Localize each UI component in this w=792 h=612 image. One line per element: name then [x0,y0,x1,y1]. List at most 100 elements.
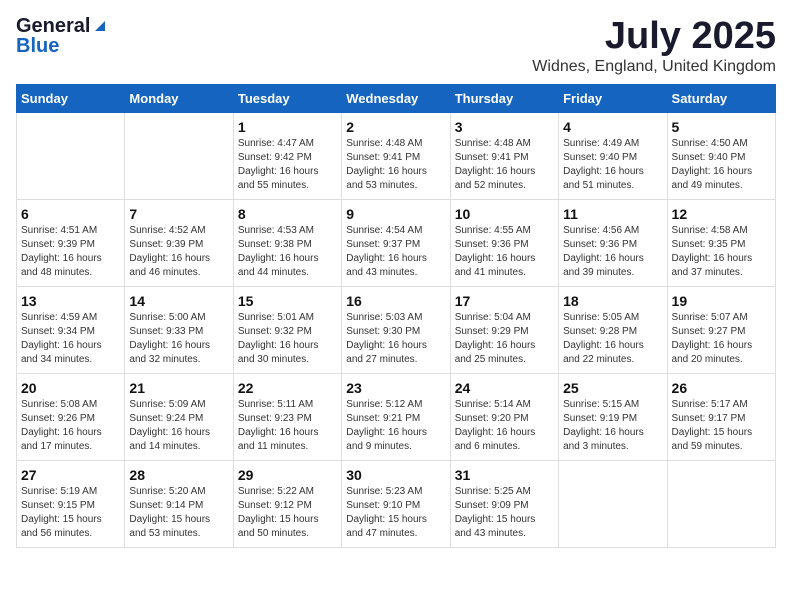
day-detail: Sunrise: 5:03 AM Sunset: 9:30 PM Dayligh… [346,311,445,367]
calendar-cell: 9 Sunrise: 4:54 AM Sunset: 9:37 PM Daylig… [342,199,450,286]
day-number: 27 [21,467,120,483]
calendar-cell: 5 Sunrise: 4:50 AM Sunset: 9:40 PM Daylig… [667,112,775,199]
day-detail: Sunrise: 4:58 AM Sunset: 9:35 PM Dayligh… [672,224,771,280]
day-number: 2 [346,119,445,135]
day-number: 22 [238,380,337,396]
calendar-cell: 10 Sunrise: 4:55 AM Sunset: 9:36 PM Dayli… [450,199,558,286]
calendar-cell: 6Sunrise: 4:51 AM Sunset: 9:39 PM Daylig… [17,199,125,286]
day-number: 17 [455,293,554,309]
day-detail: Sunrise: 4:50 AM Sunset: 9:40 PM Dayligh… [672,137,771,193]
calendar-cell: 22 Sunrise: 5:11 AM Sunset: 9:23 PM Dayli… [233,373,341,460]
day-detail: Sunrise: 5:11 AM Sunset: 9:23 PM Dayligh… [238,398,337,454]
header-day-monday: Monday [125,84,233,112]
day-detail: Sunrise: 5:00 AM Sunset: 9:33 PM Dayligh… [129,311,228,367]
calendar-cell [559,460,667,547]
calendar-cell: 1 Sunrise: 4:47 AM Sunset: 9:42 PM Daylig… [233,112,341,199]
day-detail: Sunrise: 5:19 AM Sunset: 9:15 PM Dayligh… [21,485,120,541]
calendar-cell: 19Sunrise: 5:07 AM Sunset: 9:27 PM Dayli… [667,286,775,373]
calendar-cell: 30 Sunrise: 5:23 AM Sunset: 9:10 PM Dayli… [342,460,450,547]
day-detail: Sunrise: 5:12 AM Sunset: 9:21 PM Dayligh… [346,398,445,454]
page-header: General Blue July 2025 Widnes, England, … [16,16,776,76]
day-number: 19 [672,293,771,309]
day-number: 14 [129,293,228,309]
day-detail: Sunrise: 4:48 AM Sunset: 9:41 PM Dayligh… [346,137,445,193]
day-number: 11 [563,206,662,222]
location-text: Widnes, England, United Kingdom [532,58,776,76]
day-number: 28 [129,467,228,483]
day-detail: Sunrise: 4:53 AM Sunset: 9:38 PM Dayligh… [238,224,337,280]
calendar-cell: 7Sunrise: 4:52 AM Sunset: 9:39 PM Daylig… [125,199,233,286]
calendar-cell: 25 Sunrise: 5:15 AM Sunset: 9:19 PM Dayli… [559,373,667,460]
logo-general-text: General [16,16,90,36]
day-number: 30 [346,467,445,483]
calendar-cell: 16 Sunrise: 5:03 AM Sunset: 9:30 PM Dayli… [342,286,450,373]
day-number: 31 [455,467,554,483]
day-number: 18 [563,293,662,309]
day-detail: Sunrise: 4:59 AM Sunset: 9:34 PM Dayligh… [21,311,120,367]
day-detail: Sunrise: 5:05 AM Sunset: 9:28 PM Dayligh… [563,311,662,367]
header-day-saturday: Saturday [667,84,775,112]
day-detail: Sunrise: 4:48 AM Sunset: 9:41 PM Dayligh… [455,137,554,193]
calendar-cell: 26Sunrise: 5:17 AM Sunset: 9:17 PM Dayli… [667,373,775,460]
calendar-cell: 27 Sunrise: 5:19 AM Sunset: 9:15 PM Dayli… [17,460,125,547]
calendar-cell [125,112,233,199]
header-day-wednesday: Wednesday [342,84,450,112]
calendar-cell: 4Sunrise: 4:49 AM Sunset: 9:40 PM Daylig… [559,112,667,199]
day-detail: Sunrise: 4:55 AM Sunset: 9:36 PM Dayligh… [455,224,554,280]
day-number: 12 [672,206,771,222]
header-day-tuesday: Tuesday [233,84,341,112]
day-detail: Sunrise: 5:23 AM Sunset: 9:10 PM Dayligh… [346,485,445,541]
day-number: 1 [238,119,337,135]
calendar-cell: 18 Sunrise: 5:05 AM Sunset: 9:28 PM Dayli… [559,286,667,373]
day-number: 24 [455,380,554,396]
calendar-cell: 13Sunrise: 4:59 AM Sunset: 9:34 PM Dayli… [17,286,125,373]
day-number: 9 [346,206,445,222]
calendar-cell: 3 Sunrise: 4:48 AM Sunset: 9:41 PM Daylig… [450,112,558,199]
day-number: 8 [238,206,337,222]
header-day-thursday: Thursday [450,84,558,112]
day-number: 21 [129,380,228,396]
day-number: 29 [238,467,337,483]
day-detail: Sunrise: 5:15 AM Sunset: 9:19 PM Dayligh… [563,398,662,454]
day-number: 10 [455,206,554,222]
calendar-cell: 23 Sunrise: 5:12 AM Sunset: 9:21 PM Dayli… [342,373,450,460]
calendar-cell: 31 Sunrise: 5:25 AM Sunset: 9:09 PM Dayli… [450,460,558,547]
day-number: 15 [238,293,337,309]
calendar-cell: 24Sunrise: 5:14 AM Sunset: 9:20 PM Dayli… [450,373,558,460]
day-detail: Sunrise: 4:47 AM Sunset: 9:42 PM Dayligh… [238,137,337,193]
day-detail: Sunrise: 5:17 AM Sunset: 9:17 PM Dayligh… [672,398,771,454]
calendar-week-3: 13Sunrise: 4:59 AM Sunset: 9:34 PM Dayli… [17,286,776,373]
calendar-table: SundayMondayTuesdayWednesdayThursdayFrid… [16,84,776,548]
day-detail: Sunrise: 4:52 AM Sunset: 9:39 PM Dayligh… [129,224,228,280]
header-day-sunday: Sunday [17,84,125,112]
day-detail: Sunrise: 5:04 AM Sunset: 9:29 PM Dayligh… [455,311,554,367]
day-detail: Sunrise: 4:49 AM Sunset: 9:40 PM Dayligh… [563,137,662,193]
calendar-cell: 15 Sunrise: 5:01 AM Sunset: 9:32 PM Dayli… [233,286,341,373]
day-detail: Sunrise: 5:01 AM Sunset: 9:32 PM Dayligh… [238,311,337,367]
day-number: 23 [346,380,445,396]
calendar-cell: 28 Sunrise: 5:20 AM Sunset: 9:14 PM Dayli… [125,460,233,547]
day-detail: Sunrise: 4:51 AM Sunset: 9:39 PM Dayligh… [21,224,120,280]
day-number: 25 [563,380,662,396]
logo-blue-text: Blue [16,36,59,56]
calendar-cell: 12 Sunrise: 4:58 AM Sunset: 9:35 PM Dayli… [667,199,775,286]
day-number: 20 [21,380,120,396]
calendar-week-2: 6Sunrise: 4:51 AM Sunset: 9:39 PM Daylig… [17,199,776,286]
title-block: July 2025 Widnes, England, United Kingdo… [532,16,776,76]
calendar-cell: 17 Sunrise: 5:04 AM Sunset: 9:29 PM Dayli… [450,286,558,373]
calendar-cell: 2 Sunrise: 4:48 AM Sunset: 9:41 PM Daylig… [342,112,450,199]
calendar-week-5: 27 Sunrise: 5:19 AM Sunset: 9:15 PM Dayli… [17,460,776,547]
day-detail: Sunrise: 5:25 AM Sunset: 9:09 PM Dayligh… [455,485,554,541]
month-title: July 2025 [532,16,776,58]
calendar-cell: 11Sunrise: 4:56 AM Sunset: 9:36 PM Dayli… [559,199,667,286]
logo-triangle-icon [93,19,107,33]
calendar-cell: 8 Sunrise: 4:53 AM Sunset: 9:38 PM Daylig… [233,199,341,286]
day-number: 3 [455,119,554,135]
logo: General Blue [16,16,107,56]
day-number: 5 [672,119,771,135]
day-number: 16 [346,293,445,309]
calendar-cell [17,112,125,199]
day-detail: Sunrise: 4:54 AM Sunset: 9:37 PM Dayligh… [346,224,445,280]
day-detail: Sunrise: 5:20 AM Sunset: 9:14 PM Dayligh… [129,485,228,541]
calendar-cell: 14 Sunrise: 5:00 AM Sunset: 9:33 PM Dayli… [125,286,233,373]
